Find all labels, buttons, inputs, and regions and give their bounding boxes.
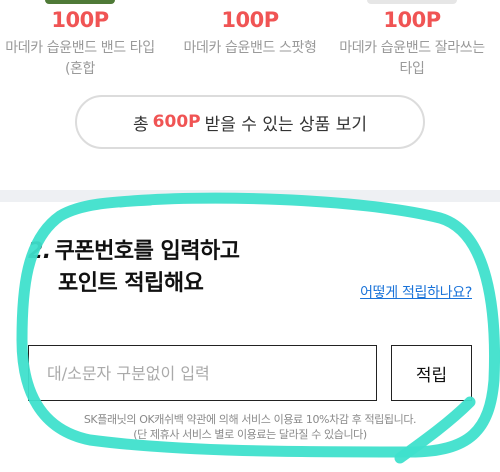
view-all-suffix: 받을 수 있는 상품 보기 <box>204 114 367 135</box>
section-divider <box>0 190 500 202</box>
notice-line-1: SK플래닛의 OK캐쉬백 약관에 의해 서비스 이용료 10%차감 후 적립됩니… <box>83 413 417 426</box>
product-name: 마데카 습윤밴드 스팟형 <box>183 40 317 56</box>
view-all-products-button[interactable]: 총 600P 받을 수 있는 상품 보기 <box>75 95 425 149</box>
coupon-section: 2.쿠폰번호를 입력하고 포인트 적립해요 어떻게 적립하나요? 적립 SK플래… <box>0 202 500 472</box>
product-name: 마데카 습윤밴드 잘라쓰는 타입 <box>339 40 485 77</box>
view-all-prefix: 총 <box>133 114 149 135</box>
product-points: 100P <box>383 8 441 32</box>
product-name: 마데카 습윤밴드 밴드 타입(혼합 <box>5 40 155 77</box>
product-thumbnail <box>367 0 457 4</box>
coupon-code-input[interactable] <box>28 345 377 401</box>
notice-line-2: (단 제휴사 서비스 별로 이용료는 달라질 수 있습니다) <box>133 428 367 441</box>
product-points: 100P <box>51 8 109 32</box>
product-points: 100P <box>221 8 279 32</box>
how-to-earn-link[interactable]: 어떻게 적립하나요? <box>360 282 472 302</box>
product-list: 100P 마데카 습윤밴드 밴드 타입(혼합 100P 마데카 습윤밴드 스팟형… <box>0 0 500 190</box>
step-number: 2. <box>28 239 51 264</box>
view-all-points: 600P <box>152 112 201 132</box>
title-line-1: 쿠폰번호를 입력하고 <box>54 239 240 264</box>
service-fee-notice: SK플래닛의 OK캐쉬백 약관에 의해 서비스 이용료 10%차감 후 적립됩니… <box>0 412 500 442</box>
title-line-2: 포인트 적립해요 <box>58 271 204 296</box>
product-thumbnail <box>45 0 115 4</box>
earn-points-button[interactable]: 적립 <box>391 345 472 401</box>
coupon-title: 2. 쿠폰번호를 입력하고 포인트 적립해요 <box>28 236 240 300</box>
